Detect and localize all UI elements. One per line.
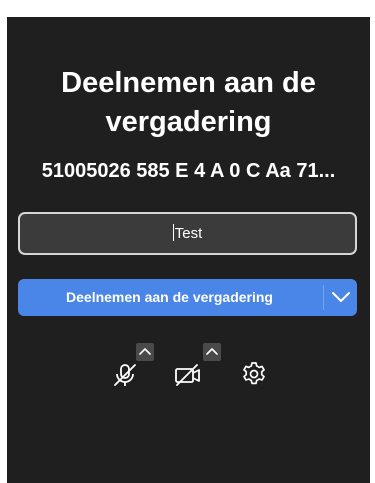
join-dialog: Deelnemen aan de vergadering 51005026 58… <box>7 17 370 483</box>
join-button-label: Deelnemen aan de vergadering <box>66 289 273 305</box>
gear-icon[interactable] <box>241 361 267 387</box>
camera-options-button[interactable] <box>203 343 221 361</box>
top-strip <box>0 0 375 17</box>
microphone-options-button[interactable] <box>136 343 154 361</box>
text-caret <box>172 224 174 241</box>
chevron-down-icon[interactable] <box>331 290 351 304</box>
name-input-value: Test <box>174 225 203 242</box>
page-title: Deelnemen aan de vergadering <box>61 67 316 138</box>
meeting-id: 51005026 585 E 4 A 0 C Aa 71... <box>41 160 336 182</box>
camera-off-icon[interactable] <box>173 362 203 388</box>
microphone-off-icon[interactable] <box>111 361 139 389</box>
join-button-divider <box>323 285 324 310</box>
join-meeting-button[interactable]: Deelnemen aan de vergadering <box>18 279 357 316</box>
name-input[interactable]: Test <box>18 212 357 255</box>
